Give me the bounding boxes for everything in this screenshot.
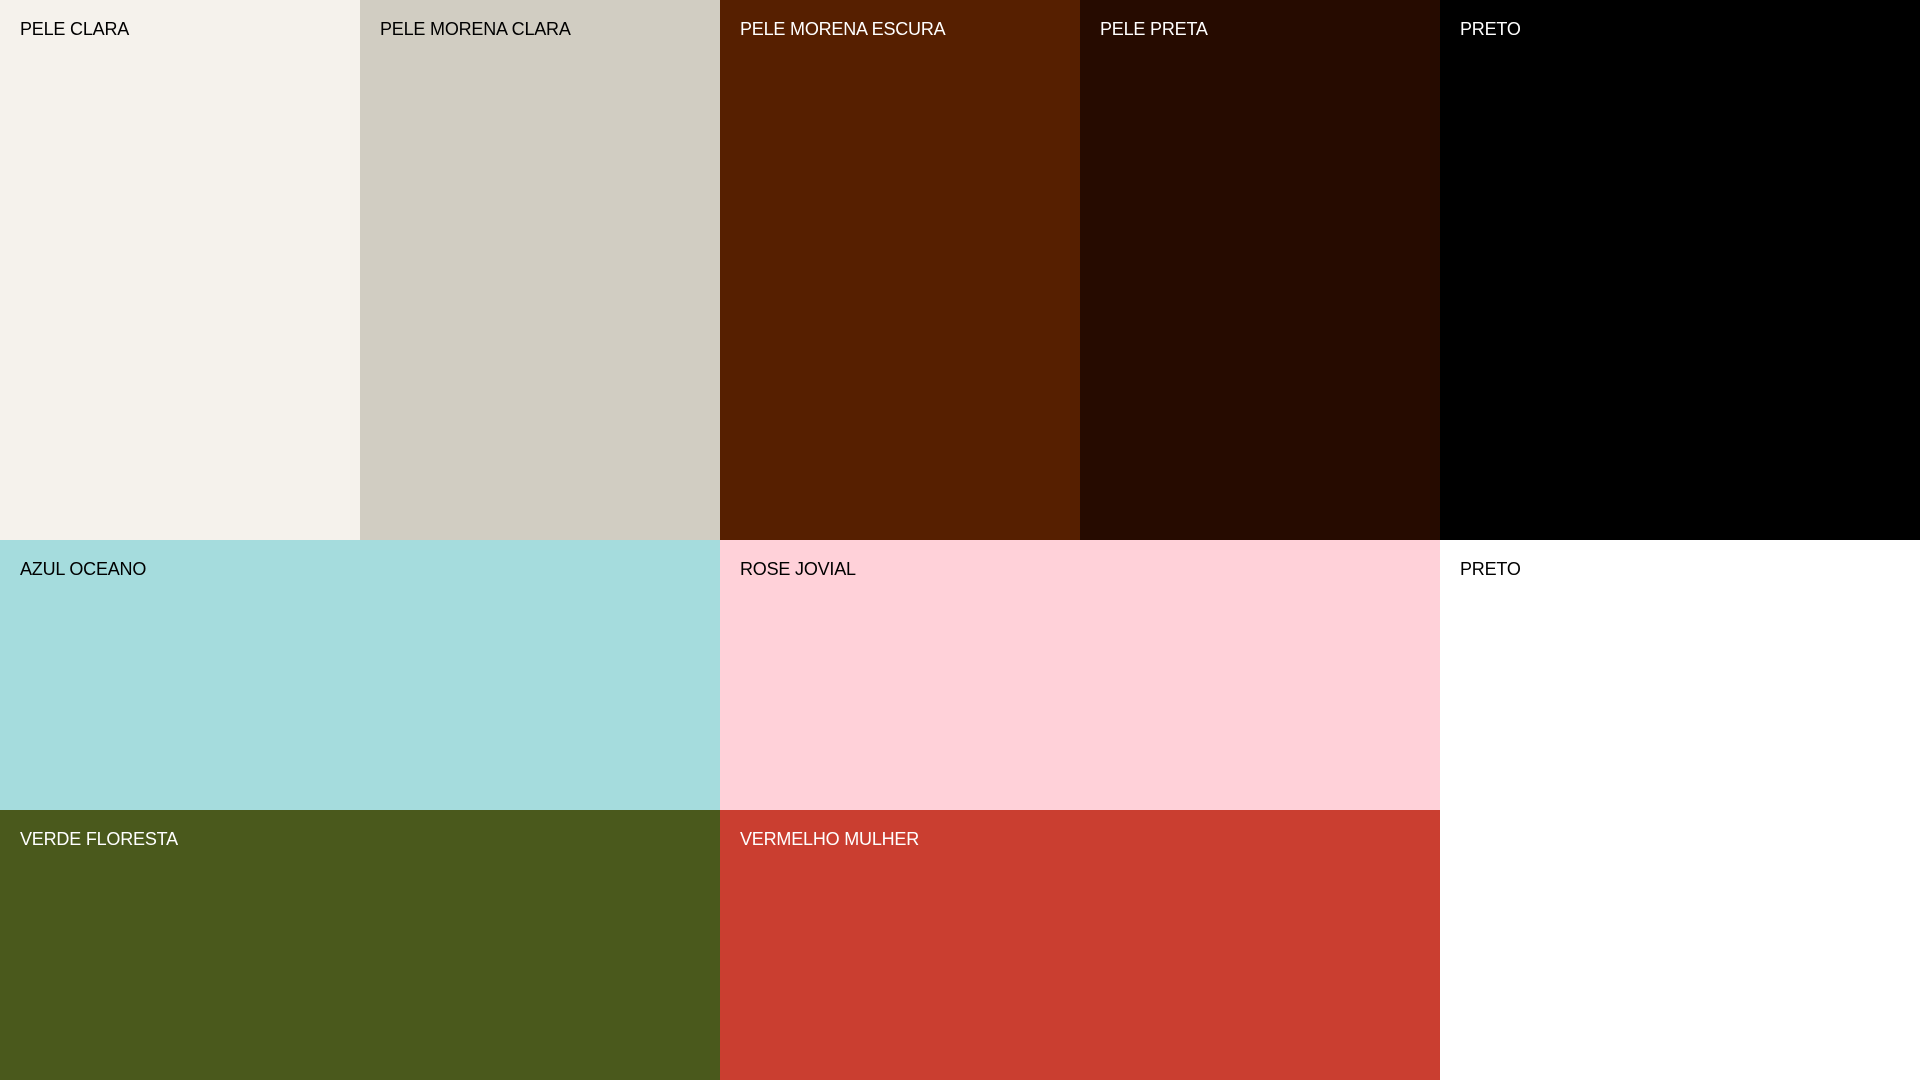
swatch-rose-jovial: ROSE JOVIAL: [720, 540, 1440, 810]
swatch-label: VERMELHO MULHER: [740, 829, 920, 849]
swatch-pele-clara: PELE CLARA: [0, 0, 360, 540]
swatch-verde-floresta: VERDE FLORESTA: [0, 810, 720, 1080]
swatch-vermelho-mulher: VERMELHO MULHER: [720, 810, 1440, 1080]
swatch-label: ROSE JOVIAL: [740, 559, 856, 579]
swatch-azul-oceano: AZUL OCEANO: [0, 540, 720, 810]
swatch-label: PRETO: [1460, 559, 1521, 579]
swatch-label: PELE MORENA ESCURA: [740, 19, 946, 39]
swatch-preto-white: PRETO: [1440, 540, 1920, 1080]
swatch-label: PELE MORENA CLARA: [380, 19, 571, 39]
swatch-label: PELE CLARA: [20, 19, 130, 39]
swatch-preto-black: PRETO: [1440, 0, 1920, 540]
swatch-label: PELE PRETA: [1100, 19, 1208, 39]
swatch-label: VERDE FLORESTA: [20, 829, 178, 849]
color-palette: PELE CLARA PELE MORENA CLARA PELE MORENA…: [0, 0, 1920, 1080]
swatch-pele-morena-clara: PELE MORENA CLARA: [360, 0, 720, 540]
swatch-label: PRETO: [1460, 19, 1521, 39]
swatch-label: AZUL OCEANO: [20, 559, 147, 579]
swatch-pele-morena-escura: PELE MORENA ESCURA: [720, 0, 1080, 540]
swatch-pele-preta: PELE PRETA: [1080, 0, 1440, 540]
